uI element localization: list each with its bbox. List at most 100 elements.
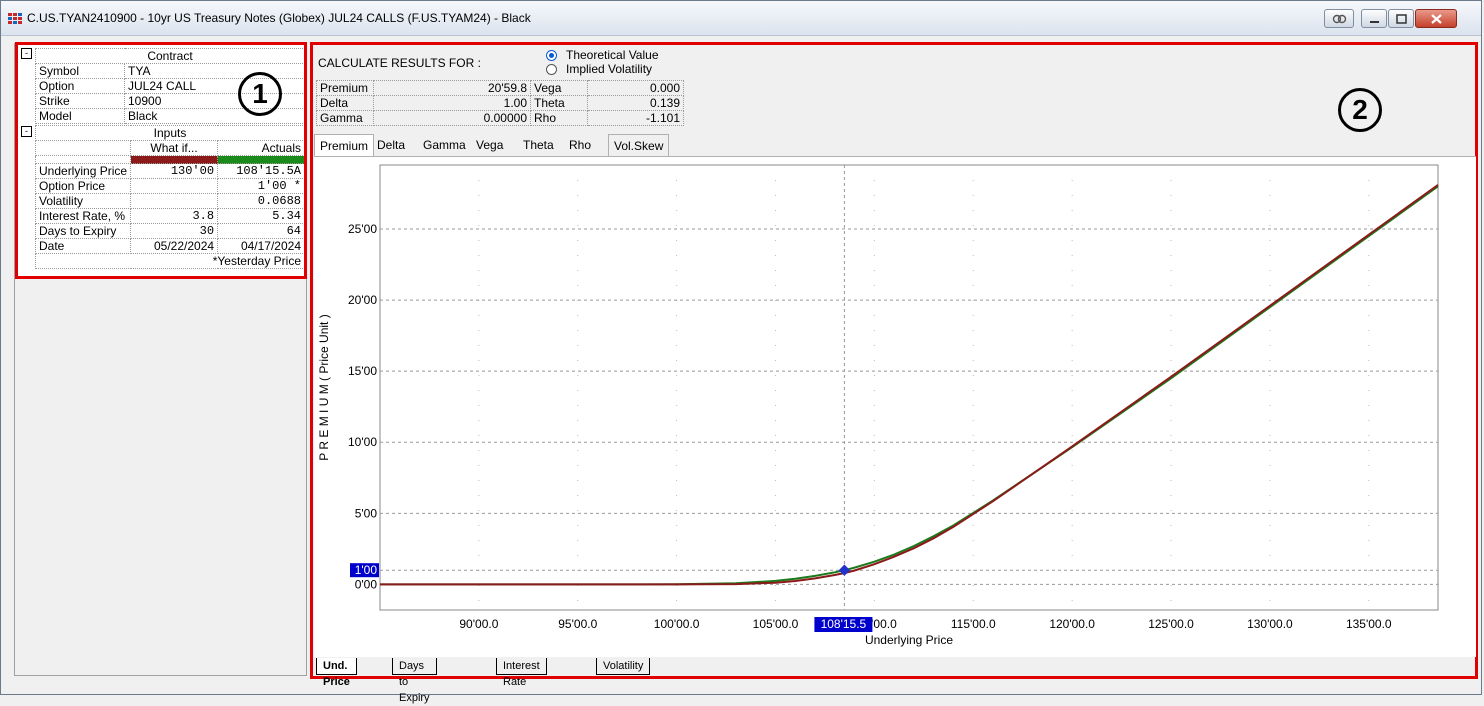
y-marker-label: 1'00: [355, 563, 378, 577]
actual-value[interactable]: 5.34: [217, 208, 305, 224]
maximize-button[interactable]: [1388, 9, 1414, 28]
x-tick-label: 130'00.0: [1247, 617, 1293, 631]
whatif-value[interactable]: [130, 193, 219, 209]
result-value: 0.00000: [373, 110, 531, 126]
contract-header: Contract: [35, 48, 305, 64]
link-button[interactable]: [1324, 9, 1354, 28]
contract-label: Option: [35, 78, 125, 94]
whatif-value[interactable]: 05/22/2024: [130, 238, 219, 254]
tab-theta[interactable]: Theta: [518, 134, 559, 156]
actual-value[interactable]: 0.0688: [217, 193, 305, 209]
inputs-header: Inputs: [35, 125, 305, 141]
theoretical-value-radio[interactable]: [546, 50, 557, 61]
whatif-value[interactable]: [130, 178, 219, 194]
implied-volatility-label[interactable]: Implied Volatility: [566, 62, 652, 76]
x-tick-label: 115'00.0: [951, 617, 996, 631]
result-label: Rho: [530, 110, 588, 126]
result-label: Vega: [530, 80, 588, 96]
result-label: Theta: [530, 95, 588, 111]
contract-value[interactable]: TYA: [124, 63, 305, 79]
input-label: Date: [34, 238, 132, 254]
y-tick-label: 0'00: [355, 577, 378, 591]
collapse-inputs-toggle[interactable]: -: [21, 126, 32, 137]
x-tick-label: 90'00.0: [459, 617, 498, 631]
app-grid-icon: [8, 13, 22, 24]
close-icon: [1431, 14, 1442, 24]
contract-label: Symbol: [35, 63, 125, 79]
y-axis-title: P R E M I U M ( Price Unit ): [317, 314, 331, 460]
input-label: Underlying Price: [34, 163, 132, 179]
input-label: Volatility: [34, 193, 132, 209]
chart-area[interactable]: 90'00.0 95'00.0 100'00.0 105'00.0 110'00.0 11…: [314, 156, 1476, 657]
x-tick-label: 95'00.0: [558, 617, 597, 631]
x-axis-title: Underlying Price: [865, 633, 953, 647]
actuals-color-bar: [217, 155, 305, 164]
actual-value[interactable]: 64: [217, 223, 305, 239]
maximize-icon: [1396, 14, 1407, 24]
whatif-value[interactable]: 3.8: [130, 208, 219, 224]
results-row: Premium 20'59.8 Vega 0.000: [316, 80, 684, 96]
actual-value[interactable]: 04/17/2024: [217, 238, 305, 254]
tab-volatility[interactable]: Volatility: [596, 658, 651, 675]
y-tick-label: 5'00: [355, 506, 378, 520]
tab-rho[interactable]: Rho: [564, 134, 596, 156]
window-title: C.US.TYAN2410900 - 10yr US Treasury Note…: [27, 11, 531, 25]
y-tick-label: 20'00: [348, 293, 377, 307]
result-value: -1.101: [587, 110, 684, 126]
results-row: Gamma 0.00000 Rho -1.101: [316, 110, 684, 126]
results-row: Delta 1.00 Theta 0.139: [316, 95, 684, 111]
whatif-color-bar: [130, 155, 219, 164]
tab-gamma[interactable]: Gamma: [418, 134, 471, 156]
inputs-table: Inputs What if... Actuals Underlying Pric…: [34, 125, 305, 269]
tab-und-price[interactable]: Und. Price: [316, 658, 357, 688]
plot-frame: [379, 164, 1439, 611]
input-row: Days to Expiry 30 64: [34, 223, 305, 239]
implied-volatility-radio[interactable]: [546, 64, 557, 75]
input-label: Days to Expiry: [34, 223, 132, 239]
whatif-value[interactable]: 130'00: [130, 163, 219, 179]
input-label: Interest Rate, %: [34, 208, 132, 224]
results-table: Premium 20'59.8 Vega 0.000 Delta 1.00 Theta 0.…: [316, 80, 684, 126]
input-row: Underlying Price 130'00 108'15.5A: [34, 163, 305, 179]
input-row: Date 05/22/2024 04/17/2024: [34, 238, 305, 254]
result-value: 0.000: [587, 80, 684, 96]
theoretical-value-label[interactable]: Theoretical Value: [566, 48, 659, 62]
close-button[interactable]: [1415, 9, 1457, 28]
tab-days-to-expiry[interactable]: Days to Expiry: [392, 658, 437, 704]
tab-vega[interactable]: Vega: [471, 134, 508, 156]
input-row: Interest Rate, % 3.8 5.34: [34, 208, 305, 224]
yesterday-price-footnote: *Yesterday Price: [35, 253, 305, 269]
callout-number-2: 2: [1338, 88, 1382, 132]
x-tick-label: 135'00.0: [1346, 617, 1392, 631]
collapse-contract-toggle[interactable]: -: [21, 48, 32, 59]
result-label: Delta: [316, 95, 374, 111]
contract-label: Model: [35, 108, 125, 124]
minimize-button[interactable]: [1361, 9, 1387, 28]
actual-value[interactable]: 108'15.5A: [217, 163, 305, 179]
x-tick-label: 125'00.0: [1148, 617, 1194, 631]
tab-interest-rate[interactable]: Interest Rate: [496, 658, 547, 688]
input-label: Option Price: [34, 178, 132, 194]
left-panel-empty-area: [14, 279, 307, 676]
tab-premium[interactable]: Premium: [314, 134, 375, 156]
result-label: Gamma: [316, 110, 374, 126]
input-row: Option Price 1'00 *: [34, 178, 305, 194]
result-value: 0.139: [587, 95, 684, 111]
x-tick-label: 105'00.0: [753, 617, 799, 631]
x-tick-label: 120'00.0: [1049, 617, 1095, 631]
x-marker-label: 108'15.5: [821, 617, 867, 631]
contract-label: Strike: [35, 93, 125, 109]
result-label: Premium: [316, 80, 374, 96]
contract-value[interactable]: Black: [124, 108, 305, 124]
y-tick-label: 15'00: [348, 364, 377, 378]
whatif-value[interactable]: 30: [130, 223, 219, 239]
tab-delta[interactable]: Delta: [372, 134, 410, 156]
tab-vol-skew[interactable]: Vol.Skew: [608, 134, 670, 156]
minimize-icon: [1370, 21, 1379, 23]
link-icon: [1332, 14, 1347, 24]
actual-value[interactable]: 1'00 *: [217, 178, 305, 194]
premium-chart[interactable]: 90'00.0 95'00.0 100'00.0 105'00.0 110'00.0 11…: [314, 157, 1476, 657]
x-tick-label: 100'00.0: [654, 617, 700, 631]
y-tick-label: 10'00: [348, 435, 377, 449]
title-bar: C.US.TYAN2410900 - 10yr US Treasury Note…: [1, 1, 1481, 36]
